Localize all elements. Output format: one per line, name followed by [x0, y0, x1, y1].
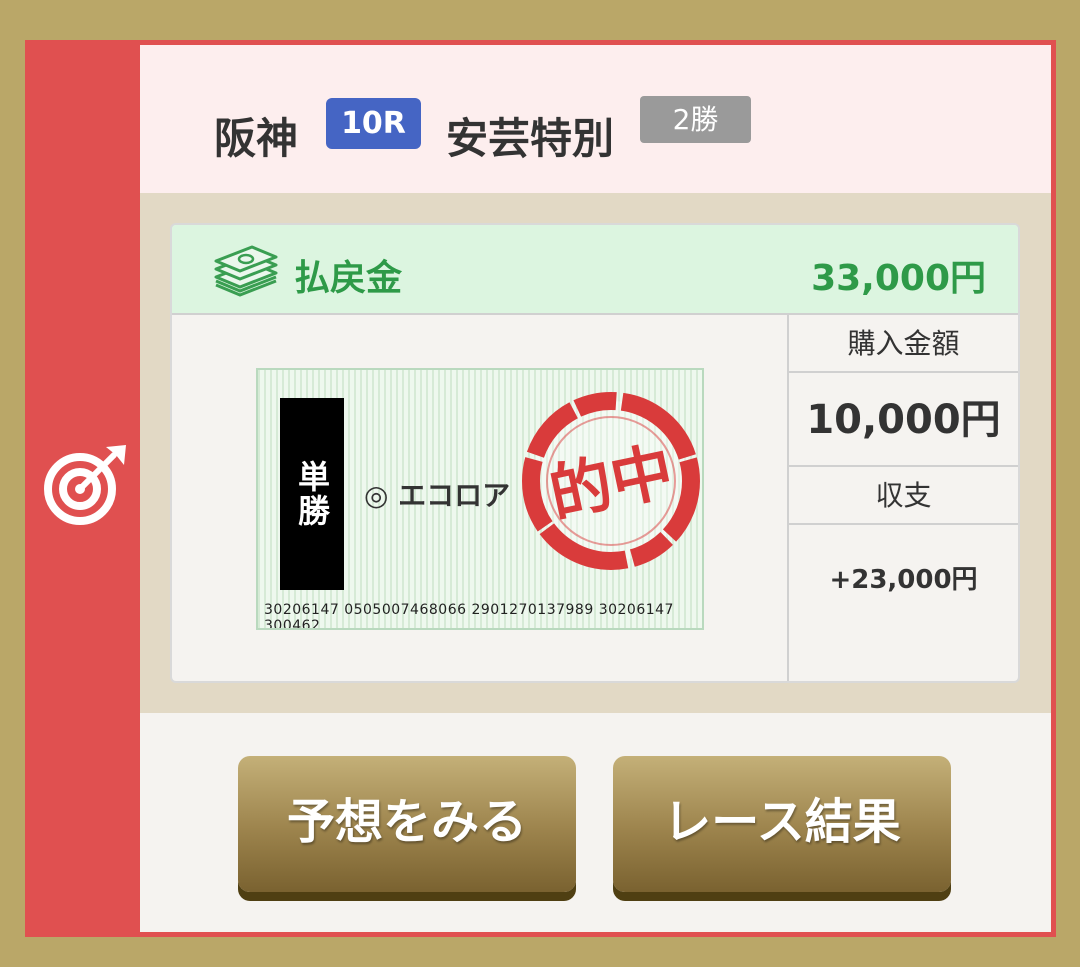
ticket-serial: 30206147 0505007468066 2901270137989 302… — [264, 602, 674, 630]
race-name: 安芸特別 — [446, 114, 615, 163]
result-box: 払戻金 33,000円 単勝 ◎ エコロア 30206147 050500746… — [170, 223, 1020, 683]
purchase-label: 購入金額 — [789, 315, 1018, 373]
race-class-badge: 2勝 — [640, 96, 751, 143]
payout-row: 払戻金 33,000円 — [172, 225, 1018, 315]
balance-value: +23,000円 — [829, 565, 978, 595]
race-result-card: 阪神 10R 安芸特別 2勝 払戻金 33,000円 単勝 ◎ エコロア 302… — [25, 40, 1056, 937]
payout-value: 33,000円 — [811, 258, 986, 299]
bet-type-label: 単勝 — [280, 398, 344, 590]
summary-column: 購入金額 10,000円 収支 +23,000円 — [787, 315, 1018, 681]
money-stack-icon — [214, 245, 278, 297]
result-panel: 払戻金 33,000円 単勝 ◎ エコロア 30206147 050500746… — [140, 193, 1051, 713]
race-number-badge: 10R — [326, 98, 421, 149]
race-result-button[interactable]: レース結果 — [613, 756, 951, 892]
betting-ticket: 単勝 ◎ エコロア 30206147 0505007468066 2901270… — [256, 368, 704, 630]
balance-label: 収支 — [789, 467, 1018, 525]
purchase-value: 10,000円 — [789, 373, 1018, 467]
race-header: 阪神 10R 安芸特別 2勝 — [140, 45, 1051, 193]
horse-selection: ◎ エコロア — [364, 479, 511, 512]
hit-stamp: 的中 — [522, 392, 700, 570]
target-icon — [44, 445, 126, 525]
payout-label: 払戻金 — [294, 258, 403, 299]
venue-name: 阪神 — [214, 114, 299, 163]
side-strip — [30, 45, 140, 932]
content: 阪神 10R 安芸特別 2勝 払戻金 33,000円 単勝 ◎ エコロア 302… — [140, 45, 1051, 932]
view-prediction-button[interactable]: 予想をみる — [238, 756, 576, 892]
